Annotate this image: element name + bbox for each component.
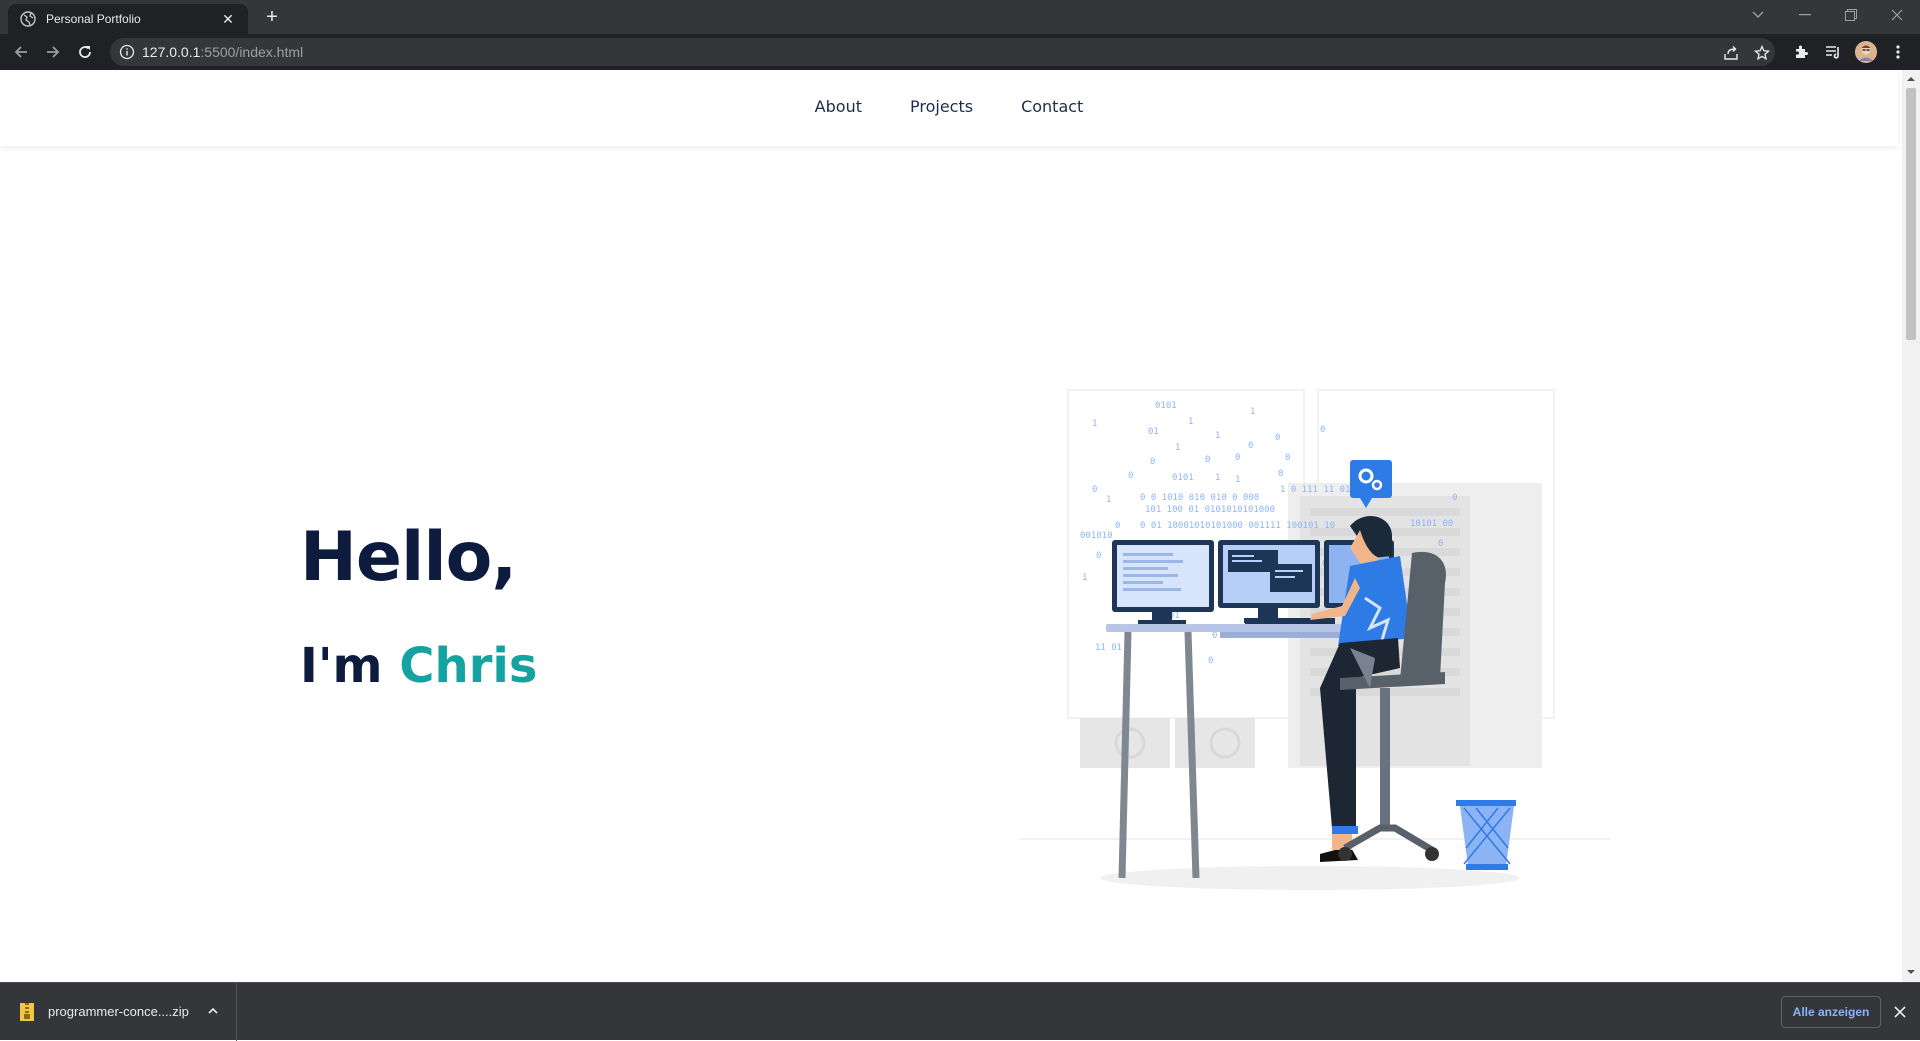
url-path: :5500/index.html xyxy=(200,44,304,60)
svg-text:1: 1 xyxy=(1215,431,1220,441)
svg-text:0: 0 xyxy=(1115,521,1120,531)
reload-icon[interactable] xyxy=(74,42,96,62)
new-tab-button[interactable]: + xyxy=(262,7,282,27)
nav-link-about[interactable]: About xyxy=(815,97,862,116)
hero-intro-prefix: I'm xyxy=(300,638,383,694)
download-file-name: programmer-conce....zip xyxy=(48,1004,189,1019)
tab-search-icon[interactable] xyxy=(1735,0,1781,30)
svg-text:1: 1 xyxy=(1235,475,1240,485)
download-bar: programmer-conce....zip Alle anzeigen xyxy=(0,982,1920,1041)
zip-file-icon xyxy=(20,1003,34,1021)
svg-text:1: 1 xyxy=(1082,573,1087,583)
svg-text:01: 01 xyxy=(1148,427,1159,437)
scroll-down-arrow-icon[interactable] xyxy=(1907,968,1915,976)
svg-text:1: 1 xyxy=(1106,495,1111,505)
reading-list-icon[interactable] xyxy=(1824,43,1842,61)
svg-text:10101 00: 10101 00 xyxy=(1410,519,1453,529)
svg-text:1: 1 xyxy=(1250,407,1255,417)
svg-text:0 01 10001010101000 001111 1: 0 01 10001010101000 001111 100101 10 xyxy=(1140,521,1335,531)
svg-text:1: 1 xyxy=(1215,473,1220,483)
tab-close-icon[interactable]: ✕ xyxy=(220,11,236,27)
svg-text:11 01: 11 01 xyxy=(1095,643,1122,653)
svg-text:0: 0 xyxy=(1205,455,1210,465)
url-host: 127.0.0.1 xyxy=(142,44,201,60)
svg-text:101 100 01 0101010101: 101 100 01 0101010101000 xyxy=(1145,505,1275,515)
globe-icon xyxy=(20,11,36,27)
hero-greeting: Hello, xyxy=(300,518,517,597)
svg-text:1: 1 xyxy=(1175,443,1180,453)
restore-icon[interactable] xyxy=(1828,0,1874,30)
chevron-up-icon[interactable] xyxy=(205,1003,221,1019)
show-all-downloads-button[interactable]: Alle anzeigen xyxy=(1781,996,1881,1028)
svg-text:0: 0 xyxy=(1128,471,1133,481)
svg-text:0: 0 xyxy=(1452,493,1457,503)
svg-text:0: 0 xyxy=(1096,551,1101,561)
menu-kebab-icon[interactable] xyxy=(1889,43,1907,61)
site-navbar: About Projects Contact xyxy=(0,70,1898,146)
back-icon[interactable] xyxy=(10,42,32,62)
svg-text:0 0 1010 010 010 0 000: 0 0 1010 010 010 0 000 xyxy=(1140,493,1259,503)
svg-text:0: 0 xyxy=(1150,457,1155,467)
download-item[interactable]: programmer-conce....zip xyxy=(0,983,237,1041)
bookmark-star-icon[interactable] xyxy=(1753,44,1771,62)
nav-link-contact[interactable]: Contact xyxy=(1021,97,1083,116)
browser-toolbar: 127.0.0.1:5500/index.html xyxy=(0,34,1920,70)
browser-tab[interactable]: Personal Portfolio ✕ xyxy=(8,4,248,34)
programmer-illustration: 010111 0111 100 000 00 0101 1 10 01 0 111 … xyxy=(1020,389,1610,890)
info-icon[interactable] xyxy=(119,44,135,60)
svg-text:0: 0 xyxy=(1208,656,1213,666)
scrollbar-thumb[interactable] xyxy=(1906,88,1916,340)
nav-link-projects[interactable]: Projects xyxy=(910,97,973,116)
svg-text:0: 0 xyxy=(1320,425,1325,435)
scroll-up-arrow-icon[interactable] xyxy=(1907,75,1915,83)
address-bar[interactable]: 127.0.0.1:5500/index.html xyxy=(110,38,1775,66)
page-scrollbar[interactable] xyxy=(1902,70,1920,982)
close-download-bar-icon[interactable] xyxy=(1892,1004,1908,1020)
minimize-icon[interactable] xyxy=(1782,0,1828,30)
svg-text:1: 1 xyxy=(1092,419,1097,429)
svg-text:001010: 001010 xyxy=(1080,531,1113,541)
hero-intro: I'm Chris xyxy=(300,638,537,694)
svg-text:0: 0 xyxy=(1235,453,1240,463)
hero-name: Chris xyxy=(399,638,538,694)
svg-text:0: 0 xyxy=(1285,453,1290,463)
svg-text:0: 0 xyxy=(1092,485,1097,495)
svg-text:1: 1 xyxy=(1188,417,1193,427)
profile-avatar[interactable] xyxy=(1855,41,1877,63)
extensions-icon[interactable] xyxy=(1792,43,1810,61)
svg-text:0: 0 xyxy=(1278,469,1283,479)
svg-text:0: 0 xyxy=(1438,539,1443,549)
svg-text:0: 0 xyxy=(1212,631,1217,641)
svg-text:0: 0 xyxy=(1275,433,1280,443)
forward-icon[interactable] xyxy=(42,42,64,62)
svg-text:1 0 111 11 01: 1 0 111 11 01 xyxy=(1280,485,1350,495)
page-viewport: About Projects Contact Hello, I'm Chris … xyxy=(0,70,1902,982)
tab-strip: Personal Portfolio ✕ + xyxy=(0,0,1920,34)
tab-title: Personal Portfolio xyxy=(46,12,141,26)
share-icon[interactable] xyxy=(1722,44,1740,62)
svg-text:0101: 0101 xyxy=(1155,401,1177,411)
svg-text:0101: 0101 xyxy=(1172,473,1194,483)
close-window-icon[interactable] xyxy=(1874,0,1920,30)
svg-text:0: 0 xyxy=(1248,441,1253,451)
